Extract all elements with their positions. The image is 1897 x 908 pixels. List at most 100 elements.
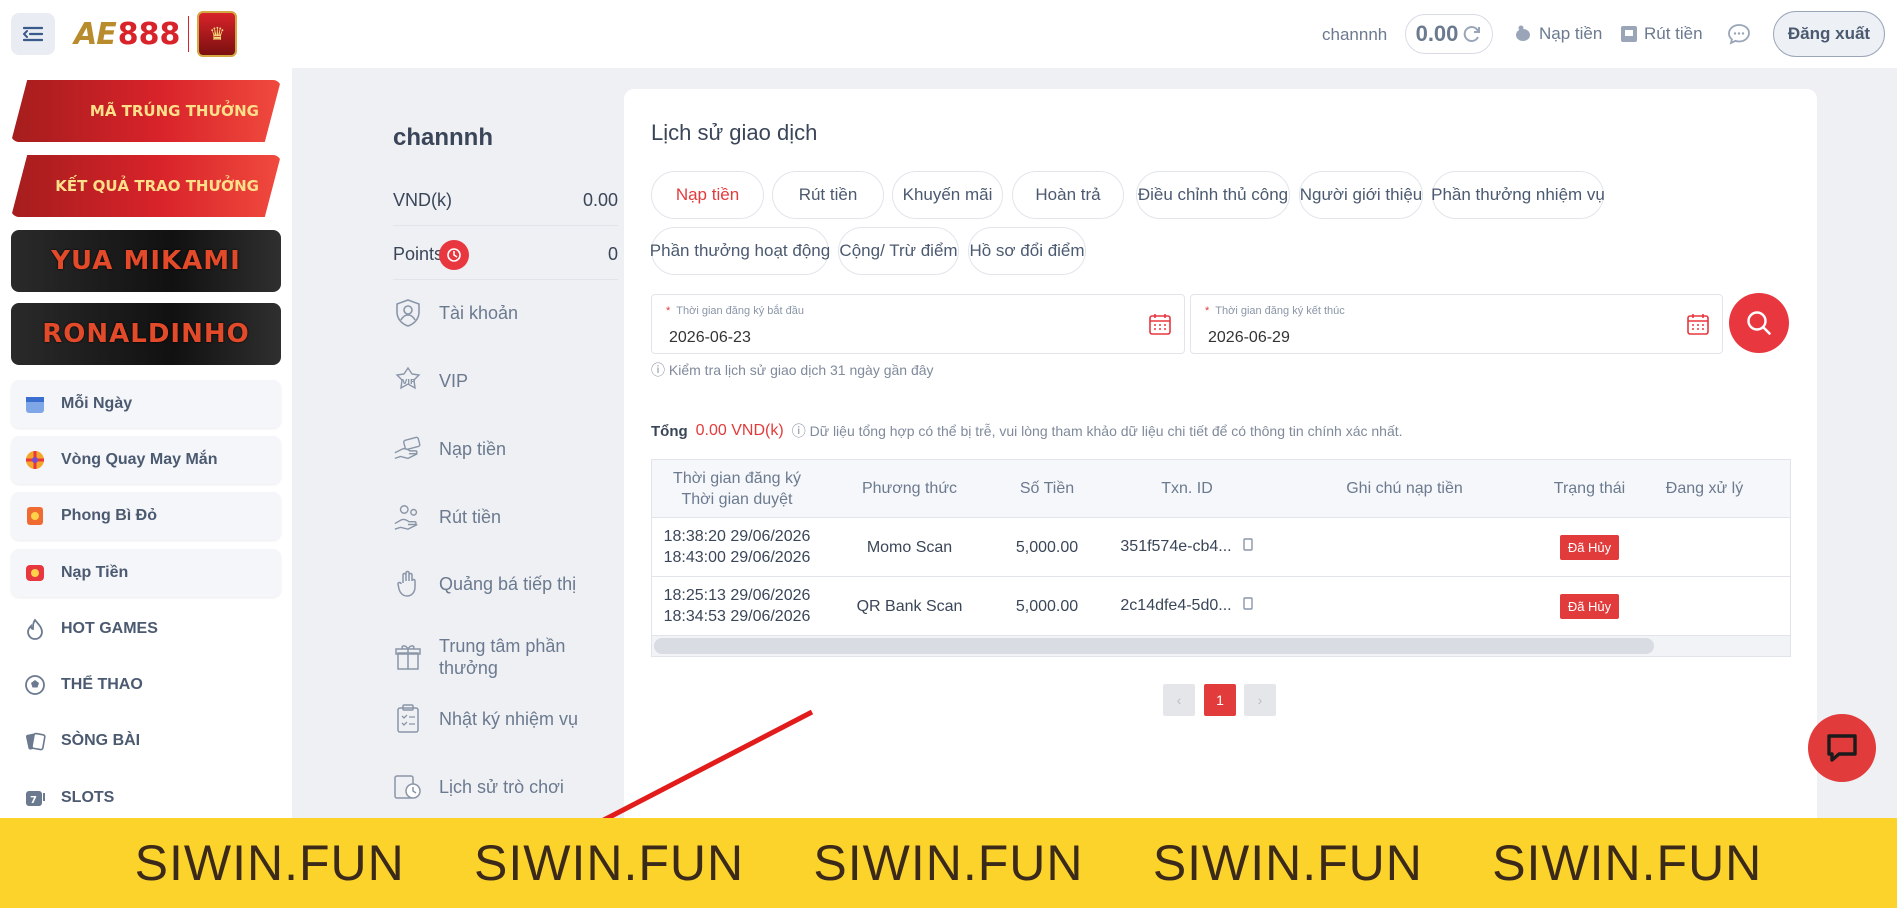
start-date-label: * Thời gian đăng ký bắt đầu [666,305,804,317]
table-row: 18:25:13 29/06/2026 18:34:53 29/06/2026 Q… [652,577,1790,636]
tab-cashback[interactable]: Hoàn trả [1012,171,1124,219]
amount-cell: 5,000.00 [1015,538,1079,556]
sidebar-item-daily[interactable]: Mỗi Ngày [11,380,281,428]
cards-icon [23,729,47,753]
chat-bubble-icon[interactable] [1727,23,1751,45]
tab-activity-rewards[interactable]: Phần thưởng hoạt động [650,227,830,275]
time-cell: 18:38:20 29/06/2026 18:43:00 29/06/2026 [663,528,811,566]
tab-withdraw[interactable]: Rút tiền [772,171,884,219]
total-label: Tổng [651,422,688,440]
tab-deposit[interactable]: Nạp tiền [651,171,764,219]
chat-icon [1827,734,1857,762]
clock-icon[interactable] [439,239,470,270]
tab-points-exchange[interactable]: Hồ sơ đổi điểm [968,227,1086,275]
tab-referrer[interactable]: Người giới thiệu [1299,171,1423,219]
copy-icon[interactable] [1242,537,1254,558]
copy-icon[interactable] [1242,596,1254,617]
logo-ae-text: AE [74,16,117,52]
calendar-icon[interactable] [1148,312,1172,341]
header-deposit-link[interactable]: Nạp tiền [1513,24,1602,44]
sidebar-item-deposit[interactable]: Nạp Tiền [11,549,281,597]
method-cell: Momo Scan [866,538,953,556]
watermark-banner: SIWIN.FUN SIWIN.FUN SIWIN.FUN SIWIN.FUN … [0,818,1897,908]
total-value: 0.00 VND(k) [695,422,784,439]
sidebar-item-label: Nạp Tiền [61,564,129,581]
live-chat-button[interactable] [1808,714,1876,782]
svg-text:7: 7 [30,795,37,806]
txn-id-cell: 2c14dfe4-5d0... [1097,595,1277,616]
header-withdraw-link[interactable]: Rút tiền [1620,24,1703,44]
menu-toggle-button[interactable] [11,13,55,55]
refresh-icon[interactable] [1462,24,1482,44]
tab-points-adjust[interactable]: Cộng/ Trừ điểm [838,227,959,275]
account-menu-label: Quảng bá tiếp thị [439,573,577,594]
soccer-ball-icon [23,673,47,697]
sidebar-item-lucky-wheel[interactable]: Vòng Quay May Mắn [11,436,281,484]
total-summary: Tổng 0.00 VND(k) ⓘ Dữ liệu tổng hợp có t… [651,421,1403,441]
banner-label: KẾT QUẢ TRAO THƯỞNG [55,177,259,195]
pagination-page-1[interactable]: 1 [1204,684,1236,716]
currency-row: VND(k) 0.00 [393,176,618,226]
currency-label: VND(k) [393,190,452,210]
wallet-icon [1621,26,1637,42]
banner-ronaldinho[interactable]: RONALDINHO [11,303,281,365]
account-menu-label: Rút tiền [439,506,502,527]
account-menu-item-mission-log[interactable]: Nhật ký nhiệm vụ [393,704,578,734]
logout-button[interactable]: Đăng xuất [1773,11,1885,57]
site-logo[interactable]: AE 888 ♛ [74,10,238,58]
logo-888-text: 888 [117,16,181,52]
account-menu-item-rewards-center[interactable]: Trung tâm phần thưởng [393,635,589,679]
end-date-value: 2026-06-29 [1208,329,1290,346]
sidebar-item-label: SLOTS [61,789,115,806]
sidebar-item-sports[interactable]: THỂ THAO [11,661,281,709]
sidebar-item-red-envelope[interactable]: Phong Bì Đỏ [11,492,281,540]
account-menu-item-promotion[interactable]: Quảng bá tiếp thị [393,569,576,599]
account-menu-item-deposit[interactable]: Nạp tiền [393,434,506,464]
transaction-history-panel: Lịch sử giao dịch Nạp tiền Rút tiền Khuy… [624,89,1817,829]
points-value: 0 [607,244,618,264]
account-menu-item-game-history[interactable]: Lịch sử trò chơi [393,772,564,802]
logo-emblem-icon: ♛ [197,11,238,57]
horizontal-scrollbar[interactable] [652,636,1790,656]
tab-promotion[interactable]: Khuyến mãi [892,171,1003,219]
search-button[interactable] [1729,293,1789,353]
table-header-cell: Txn. ID [1161,480,1213,497]
account-menu-item-vip[interactable]: VIP VIP [393,366,468,396]
pagination-prev[interactable]: ‹ [1163,684,1195,716]
sidebar-item-hot-games[interactable]: HOT GAMES [11,605,281,653]
banner-label: MÃ TRÚNG THƯỞNG [89,102,259,120]
account-menu-label: VIP [439,370,469,391]
promotion-icon [393,569,423,599]
watermark-text: SIWIN.FUN [1492,835,1763,891]
deposit-icon [23,561,47,585]
pagination-next[interactable]: › [1244,684,1276,716]
banner-winning-code[interactable]: MÃ TRÚNG THƯỞNG [11,80,281,142]
sidebar-item-slots[interactable]: 7 SLOTS [11,774,281,822]
account-menu-label: Tài khoản [439,302,519,323]
start-date-value: 2026-06-23 [669,329,751,346]
account-menu-item-withdraw[interactable]: Rút tiền [393,502,501,532]
table-header-cell: Số Tiền [1019,480,1075,497]
banner-yua-mikami[interactable]: YUA MIKAMI [11,230,281,292]
end-date-field[interactable]: * Thời gian đăng ký kết thúc 2026-06-29 [1190,294,1723,354]
tab-mission-rewards[interactable]: Phần thưởng nhiệm vụ [1431,171,1605,219]
clipboard-icon [393,704,423,734]
scrollbar-thumb[interactable] [654,638,1654,654]
account-menu-item-account[interactable]: Tài khoản [393,298,518,328]
start-date-field[interactable]: * Thời gian đăng ký bắt đầu 2026-06-23 [651,294,1185,354]
balance-display: 0.00 [1405,14,1493,54]
watermark-text: SIWIN.FUN [1152,835,1423,891]
calendar-icon[interactable] [1686,312,1710,341]
tab-manual-adjustment[interactable]: Điều chỉnh thủ công [1136,171,1290,219]
balance-value: 0.00 [1415,21,1459,46]
account-menu-label: Trung tâm phần thưởng [439,636,566,678]
withdraw-icon [393,502,423,532]
history-icon [393,772,423,802]
banner-award-results[interactable]: KẾT QUẢ TRAO THƯỞNG [11,155,281,217]
sidebar-item-label: THỂ THAO [61,676,143,693]
svg-text:VIP: VIP [402,378,415,386]
vip-icon: VIP [393,366,423,396]
amount-cell: 5,000.00 [1015,597,1079,615]
sidebar-item-casino[interactable]: SÒNG BÀI [11,717,281,765]
page-title: Lịch sử giao dịch [651,120,818,145]
